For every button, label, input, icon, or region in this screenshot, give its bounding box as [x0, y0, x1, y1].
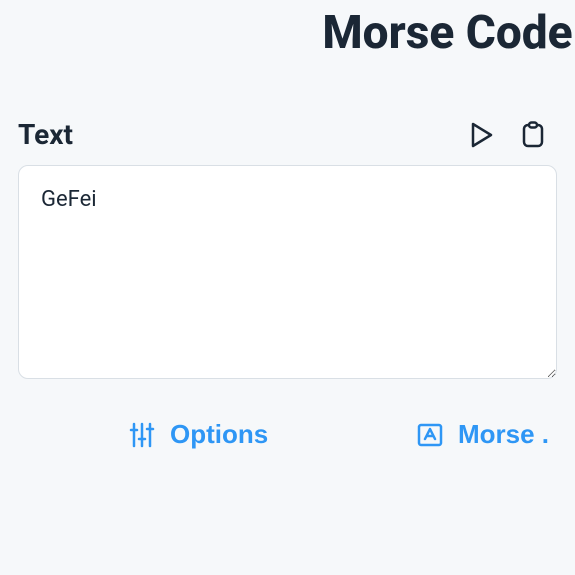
morse-label: Morse .	[458, 419, 549, 450]
text-input-label: Text	[18, 118, 73, 151]
clipboard-icon	[521, 121, 545, 149]
options-label: Options	[170, 419, 268, 450]
options-button[interactable]: Options	[128, 419, 268, 450]
play-icon	[469, 121, 495, 149]
copy-button[interactable]	[519, 119, 547, 151]
morse-button[interactable]: Morse .	[416, 419, 549, 450]
play-button[interactable]	[467, 119, 497, 151]
sliders-icon	[128, 421, 156, 449]
morse-icon	[416, 421, 444, 449]
page-title: Morse Code	[0, 0, 575, 60]
text-input[interactable]: GeFei	[18, 165, 557, 379]
